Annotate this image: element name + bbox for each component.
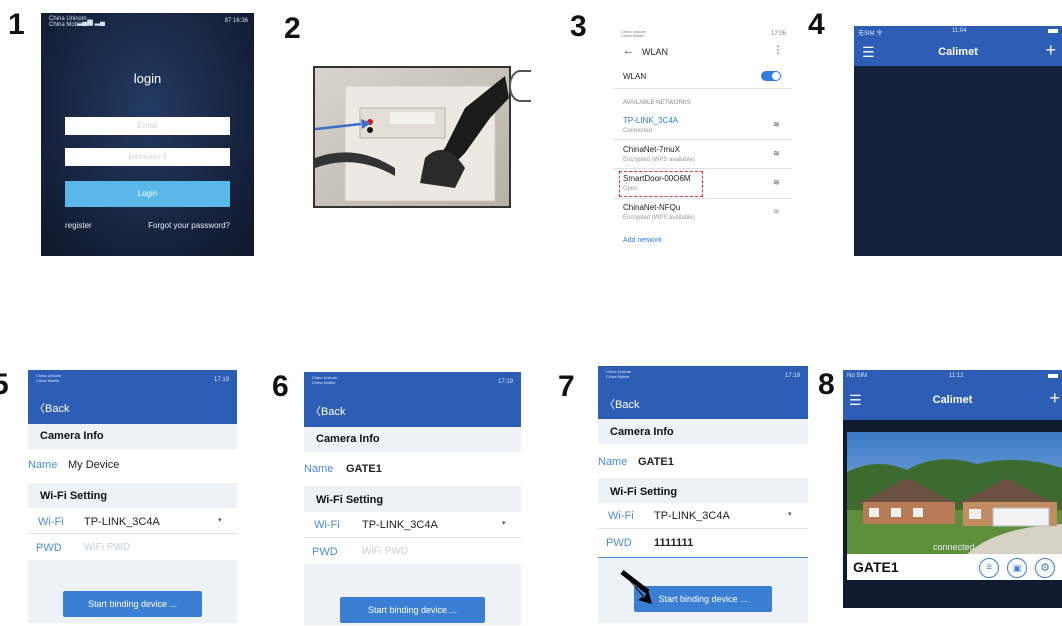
name-row [598, 444, 808, 478]
back-button[interactable]: 〈Back [34, 400, 69, 416]
wlan-screen: China Unicom China Mobile 17:05 ← WLAN ⋮… [613, 26, 792, 256]
camera-setup-screen-step5: China Unicom China Mobile 17:19 〈Back Ca… [28, 370, 237, 623]
camera-setup-screen-step6: China Unicom China Mobile 17:19 〈Back Ca… [304, 372, 521, 625]
arrow-icon [315, 119, 371, 131]
back-button[interactable]: 〈Back [604, 396, 639, 412]
device-name: GATE1 [853, 559, 899, 575]
name-label: Name [28, 459, 58, 471]
back-button[interactable]: 〈Back [310, 403, 345, 419]
wifi-setting-heading: Wi-Fi Setting [40, 490, 108, 502]
app-title: Calimet [932, 394, 973, 406]
start-binding-button[interactable]: Start binding device ... [63, 591, 202, 617]
wifi-select[interactable]: TP-LINK_3C4A [84, 516, 160, 528]
chevron-left-icon: 〈 [604, 399, 615, 411]
name-label: Name [304, 463, 334, 475]
chevron-left-icon: 〈 [310, 406, 321, 418]
dropdown-icon[interactable]: ▾ [502, 519, 506, 527]
camera-info-heading: Camera Info [610, 426, 674, 438]
wifi-lock-icon: ≋ [773, 120, 780, 129]
camera-setup-screen-step7: China Unicom China Mobile 17:19 〈Back Ca… [598, 366, 808, 623]
camera-info-heading: Camera Info [40, 430, 104, 442]
forgot-password-link[interactable]: Forgot your password? [148, 221, 230, 230]
signal-icon: ▂▄▆ ▂▄ [77, 19, 106, 26]
wifi-select[interactable]: TP-LINK_3C4A [362, 519, 438, 531]
camera-preview-illustration [847, 432, 1062, 554]
add-device-icon[interactable]: + [1045, 40, 1056, 61]
battery-icon [1048, 374, 1058, 378]
email-input[interactable]: Email [65, 117, 230, 135]
chevron-left-icon: 〈 [34, 403, 45, 415]
step-number-8: 8 [818, 368, 835, 401]
calimet-home-device: No SIM 11:12 ☰ Calimet + connected GATE1… [843, 370, 1062, 608]
app-title: Calimet [938, 46, 978, 58]
device-card[interactable]: connected GATE1 ≡ ▣ ⚙ [847, 432, 1062, 580]
settings-gear-icon[interactable]: ⚙ [1035, 558, 1055, 578]
camera-info-heading: Camera Info [316, 433, 380, 445]
login-button[interactable]: Login [65, 181, 230, 207]
wifi-setting-heading: Wi-Fi Setting [610, 486, 678, 498]
pwd-label: PWD [606, 537, 632, 549]
connection-status: connected [933, 542, 975, 552]
status-bar: China Unicom China Mobile ▂▄▆ ▂▄ 87 16:3… [49, 16, 248, 28]
back-arrow-icon[interactable]: ← [623, 45, 634, 57]
media-icon[interactable]: ▣ [1007, 558, 1027, 578]
calimet-home-empty: 无SIM 令 11:04 ☰ Calimet + [854, 26, 1062, 256]
name-input[interactable]: My Device [68, 459, 119, 471]
name-row [304, 452, 521, 486]
more-menu-icon[interactable]: ⋮ [773, 45, 783, 56]
register-link[interactable]: register [65, 221, 92, 230]
add-network-link[interactable]: Add network [623, 237, 662, 244]
add-device-icon[interactable]: + [1049, 388, 1060, 409]
playlist-icon[interactable]: ≡ [979, 558, 999, 578]
wifi-label: Wi-Fi [38, 516, 64, 528]
device-photo [313, 66, 511, 208]
pwd-input[interactable]: WiFi PWD [84, 542, 130, 553]
status-bar: China Unicom China Mobile 17:05 [621, 29, 786, 38]
wlan-toggle-label: WLAN [623, 72, 647, 81]
step-number-2: 2 [284, 12, 301, 45]
step-number-1: 1 [8, 8, 25, 41]
step-number-5: 5 [0, 368, 9, 401]
battery-icon [1048, 29, 1058, 33]
photo-corner-icon [509, 70, 531, 102]
step-number-3: 3 [570, 10, 587, 43]
password-input[interactable]: password [65, 148, 230, 166]
wlan-toggle[interactable] [761, 71, 781, 81]
pwd-label: PWD [36, 542, 62, 554]
name-input[interactable]: GATE1 [638, 456, 674, 468]
pwd-label: PWD [312, 546, 338, 558]
wifi-lock-icon: ≋ [773, 207, 780, 216]
wifi-label: Wi-Fi [314, 519, 340, 531]
wifi-icon: ≋ [773, 178, 780, 187]
step-number-7: 7 [558, 370, 575, 403]
step-number-4: 4 [808, 8, 825, 41]
wifi-setting-heading: Wi-Fi Setting [316, 494, 384, 506]
dropdown-icon[interactable]: ▾ [788, 510, 792, 518]
wlan-title: WLAN [642, 47, 669, 57]
network-item-smartdoor[interactable]: SmartDoor-00O6M Open [619, 171, 703, 197]
section-header: AVAILABLE NETWORKS [623, 100, 691, 106]
step-number-6: 6 [272, 370, 289, 403]
name-input[interactable]: GATE1 [346, 463, 382, 475]
wifi-lock-icon: ≋ [773, 149, 780, 158]
pointer-arrow-icon [620, 570, 652, 604]
login-screen: China Unicom China Mobile ▂▄▆ ▂▄ 87 16:3… [41, 13, 254, 256]
wifi-label: Wi-Fi [608, 510, 634, 522]
pwd-input[interactable]: 1111111 [654, 537, 693, 549]
login-title: login [133, 71, 162, 86]
wifi-select[interactable]: TP-LINK_3C4A [654, 510, 730, 522]
pwd-input[interactable]: WiFi PWD [362, 546, 408, 557]
dropdown-icon[interactable]: ▾ [218, 516, 222, 524]
start-binding-button[interactable]: Start binding device ... [340, 597, 485, 623]
name-row [28, 449, 237, 483]
name-label: Name [598, 456, 628, 468]
